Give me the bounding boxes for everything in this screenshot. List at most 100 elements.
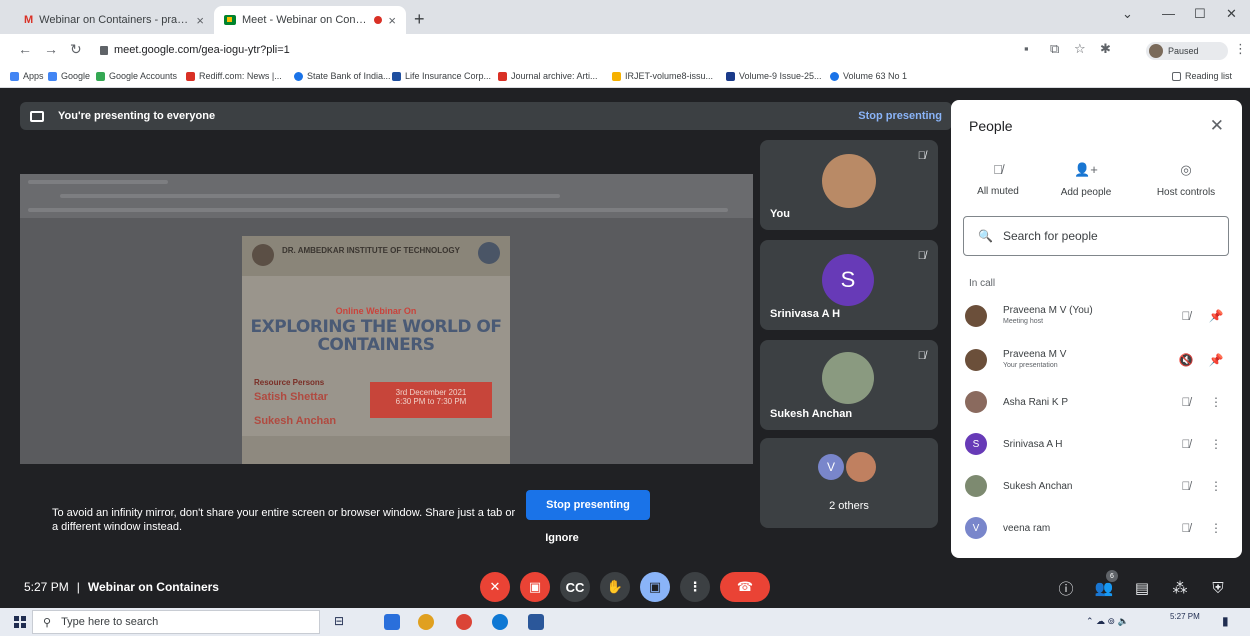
mic-off-icon[interactable]: 🎙̸ — [1171, 479, 1201, 493]
participant-name: Srinivasa A H — [1003, 438, 1063, 450]
people-search[interactable]: 🔍 — [963, 216, 1229, 256]
meeting-details-icon[interactable]: ⓘ — [1054, 576, 1078, 600]
taskbar-clock[interactable]: 5:27 PM — [1170, 612, 1200, 622]
reload-button[interactable]: ↻ — [70, 41, 82, 58]
activities-icon[interactable]: ⁂ — [1168, 576, 1192, 600]
bookmark-rediff[interactable]: Rediff.com: News |... — [186, 71, 282, 81]
minimize-button[interactable]: — — [1162, 6, 1175, 21]
people-icon[interactable]: 👥 6 — [1092, 570, 1118, 600]
participant-row[interactable]: S Srinivasa A H 🎙̸ ⋮ — [965, 424, 1231, 464]
profile-button[interactable]: Paused — [1146, 42, 1228, 60]
extensions-icon[interactable]: ✱ — [1100, 41, 1111, 57]
windows-start-icon[interactable] — [14, 616, 26, 628]
chevron-down-icon[interactable]: ⌄ — [1122, 6, 1133, 22]
share-icon[interactable]: ⧉ — [1050, 41, 1059, 57]
bookmark-volume9[interactable]: Volume-9 Issue-25... — [726, 71, 822, 81]
more-vert-icon[interactable]: ⋮ — [1201, 395, 1231, 409]
bookmark-label: Rediff.com: News |... — [199, 71, 282, 81]
bookmark-label: Google Accounts — [109, 71, 178, 81]
close-icon[interactable]: ✕ — [1210, 116, 1224, 136]
menu-icon[interactable]: ⋮ — [1234, 41, 1247, 57]
unpin-icon[interactable]: 📌 — [1201, 353, 1231, 367]
participant-row[interactable]: Praveena M V Your presentation 🔇 📌 — [965, 340, 1231, 380]
avatar: V — [818, 454, 844, 480]
tab-title: Webinar on Containers - pravee — [39, 14, 191, 26]
camera-icon[interactable]: ▪ — [1024, 41, 1029, 56]
poster-subtitle: Online Webinar On — [335, 306, 417, 316]
file-explorer-icon[interactable] — [384, 614, 400, 630]
search-icon: ⚲ — [43, 616, 52, 629]
audio-off-icon[interactable]: 🔇 — [1171, 353, 1201, 367]
bookmark-google[interactable]: Google — [48, 71, 90, 81]
mute-all-action[interactable]: 🎙̸ All muted — [953, 162, 1043, 197]
bookmark-volume63[interactable]: Volume 63 No 1 — [830, 71, 907, 81]
participant-row[interactable]: Praveena M V (You) Meeting host 🎙̸ 📌 — [965, 296, 1231, 336]
close-icon[interactable]: × — [388, 13, 396, 28]
mic-off-icon[interactable]: 🎙̸ — [1171, 309, 1201, 323]
poster-time: 6:30 PM to 7:30 PM — [395, 397, 467, 406]
participant-tile-you[interactable]: 🎙̸ You — [760, 140, 938, 230]
close-window-button[interactable]: ✕ — [1226, 6, 1237, 22]
raise-hand-button[interactable]: ✋ — [600, 572, 630, 602]
maximize-button[interactable]: ☐ — [1194, 6, 1206, 22]
chrome-icon[interactable] — [418, 614, 434, 630]
participant-tile-others[interactable]: V 2 others — [760, 438, 938, 528]
participant-row[interactable]: Asha Rani K P 🎙̸ ⋮ — [965, 382, 1231, 422]
tab-meet[interactable]: Meet - Webinar on Contain × — [214, 6, 406, 34]
captions-button[interactable]: CC — [560, 572, 590, 602]
star-icon[interactable]: ☆ — [1074, 41, 1086, 57]
more-vert-icon[interactable]: ⋮ — [1201, 479, 1231, 493]
partner-logo-icon — [478, 242, 500, 264]
bookmark-irjet[interactable]: IRJET-volume8-issu... — [612, 71, 713, 81]
bookmark-lic[interactable]: Life Insurance Corp... — [392, 71, 491, 81]
more-vert-icon[interactable]: ⋮ — [1201, 521, 1231, 535]
mic-off-icon[interactable]: 🎙̸ — [1171, 395, 1201, 409]
stop-presenting-link[interactable]: Stop presenting — [858, 110, 942, 122]
bookmark-apps[interactable]: Apps — [10, 71, 44, 81]
tab-gmail[interactable]: M Webinar on Containers - pravee × — [14, 6, 214, 34]
bookmark-sbi[interactable]: State Bank of India... — [294, 71, 391, 81]
shared-browser-chrome — [20, 174, 753, 218]
chat-icon[interactable]: ▤ — [1130, 576, 1154, 600]
mic-off-icon[interactable]: 🎙̸ — [1171, 521, 1201, 535]
taskbar-search[interactable]: ⚲ Type here to search — [32, 610, 320, 634]
presenting-banner-text: You're presenting to everyone — [58, 110, 216, 122]
back-button[interactable]: ← — [18, 41, 32, 57]
tray-icons[interactable]: ⌃ ☁ ⊚ 🔈 — [1086, 616, 1129, 627]
word-icon[interactable] — [528, 614, 544, 630]
participant-row[interactable]: V veena ram 🎙̸ ⋮ — [965, 508, 1231, 548]
presenting-banner: You're presenting to everyone Stop prese… — [20, 102, 952, 130]
more-vert-icon[interactable]: ⋮ — [1201, 437, 1231, 451]
add-people-action[interactable]: 👤+ Add people — [1041, 162, 1131, 198]
bookmark-label: Apps — [23, 71, 44, 81]
leave-call-button[interactable]: ☎ — [720, 572, 770, 602]
mic-off-button[interactable]: ✕ — [480, 572, 510, 602]
bookmark-journal[interactable]: Journal archive: Arti... — [498, 71, 598, 81]
close-icon[interactable]: × — [196, 13, 204, 28]
pin-icon[interactable]: 📌 — [1201, 309, 1231, 323]
url-field[interactable]: meet.google.com/gea-iogu-ytr?pli=1 — [100, 39, 920, 61]
url-text: meet.google.com/gea-iogu-ytr?pli=1 — [114, 44, 290, 56]
participant-row[interactable]: Sukesh Anchan 🎙̸ ⋮ — [965, 466, 1231, 506]
search-input[interactable] — [1002, 229, 1203, 243]
mic-off-icon[interactable]: 🎙̸ — [1171, 437, 1201, 451]
mic-off-icon: 🎙̸ — [993, 162, 1003, 177]
tile-name: Sukesh Anchan — [770, 408, 853, 420]
bookmark-google-accounts[interactable]: Google Accounts — [96, 71, 177, 81]
present-now-button[interactable]: ▣ — [640, 572, 670, 602]
host-controls-icon[interactable]: ⛨ — [1206, 576, 1230, 600]
edge-icon[interactable] — [492, 614, 508, 630]
host-controls-action[interactable]: ◎ Host controls — [1141, 162, 1231, 198]
task-view-icon[interactable]: ⊟ — [334, 614, 350, 630]
ignore-button[interactable]: Ignore — [538, 532, 586, 548]
camera-off-button[interactable]: ▣ — [520, 572, 550, 602]
more-options-button[interactable]: ⋮ — [680, 572, 710, 602]
chrome-icon[interactable] — [456, 614, 472, 630]
stop-presenting-button[interactable]: Stop presenting — [526, 490, 650, 520]
participant-tile-srinivasa[interactable]: S 🎙̸ Srinivasa A H — [760, 240, 938, 330]
forward-button[interactable]: → — [44, 41, 58, 57]
notifications-icon[interactable]: ▮ — [1222, 614, 1229, 628]
reading-list-button[interactable]: Reading list — [1172, 71, 1232, 81]
participant-tile-sukesh[interactable]: 🎙̸ Sukesh Anchan — [760, 340, 938, 430]
new-tab-button[interactable]: + — [414, 9, 425, 30]
